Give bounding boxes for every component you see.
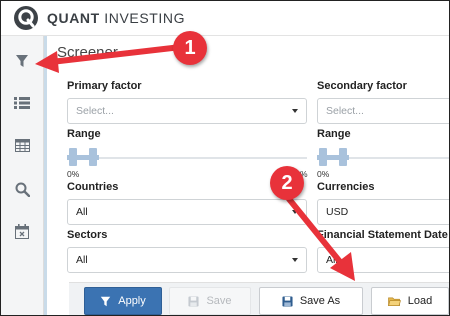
financial-statement-date-label: Financial Statement Date f (317, 229, 450, 241)
primary-range-slider[interactable] (67, 146, 307, 168)
range-min-label: 0% (67, 169, 80, 179)
range-label: Range (317, 128, 351, 140)
save-as-button[interactable]: Save As (259, 287, 363, 315)
slider-max-handle[interactable] (89, 148, 97, 166)
table-icon[interactable] (12, 135, 32, 155)
chevron-down-icon (292, 109, 298, 113)
brand-name: QUANT INVESTING (47, 10, 186, 26)
sectors-label: Sectors (67, 229, 108, 241)
secondary-range-slider[interactable] (317, 146, 449, 168)
slider-min-handle[interactable] (69, 148, 77, 166)
annotation-badge-1: 1 (173, 31, 207, 65)
screener-panel: Screener Primary factor Select... Second… (47, 36, 450, 315)
range-min-label: 0% (317, 169, 330, 179)
load-button[interactable]: Load (371, 287, 449, 315)
chevron-down-icon (292, 210, 298, 214)
sectors-select[interactable]: All (67, 247, 307, 273)
floppy-disk-icon (282, 295, 293, 307)
sidebar (1, 36, 44, 315)
slider-track (67, 157, 307, 159)
screener-toolbar: Apply Save Save As Load (69, 282, 449, 315)
filter-icon (101, 296, 111, 306)
chevron-down-icon (292, 258, 298, 262)
range-label: Range (67, 128, 101, 140)
search-icon[interactable] (12, 179, 32, 199)
calendar-icon[interactable] (12, 221, 32, 241)
currencies-select[interactable]: USD (317, 199, 449, 225)
app-header: QUANT INVESTING (1, 1, 449, 36)
secondary-factor-label: Secondary factor (317, 80, 407, 92)
panel-title: Screener (57, 44, 118, 61)
screenshot-frame: QUANT INVESTING Screener Primary factor … (0, 0, 450, 316)
save-button[interactable]: Save (169, 287, 251, 315)
folder-open-icon (387, 296, 401, 306)
secondary-factor-select[interactable]: Select... (317, 98, 449, 124)
primary-factor-label: Primary factor (67, 80, 142, 92)
countries-label: Countries (67, 181, 119, 193)
financial-statement-date-select[interactable]: All (317, 247, 449, 273)
slider-max-handle[interactable] (339, 148, 347, 166)
slider-min-handle[interactable] (319, 148, 327, 166)
list-icon[interactable] (12, 93, 32, 113)
apply-button[interactable]: Apply (84, 287, 162, 315)
primary-factor-select[interactable]: Select... (67, 98, 307, 124)
annotation-badge-2: 2 (270, 166, 304, 200)
countries-select[interactable]: All (67, 199, 307, 225)
quant-investing-logo-icon[interactable] (13, 5, 39, 31)
currencies-label: Currencies (317, 181, 375, 193)
filter-icon[interactable] (12, 51, 32, 71)
floppy-disk-icon (188, 295, 199, 307)
